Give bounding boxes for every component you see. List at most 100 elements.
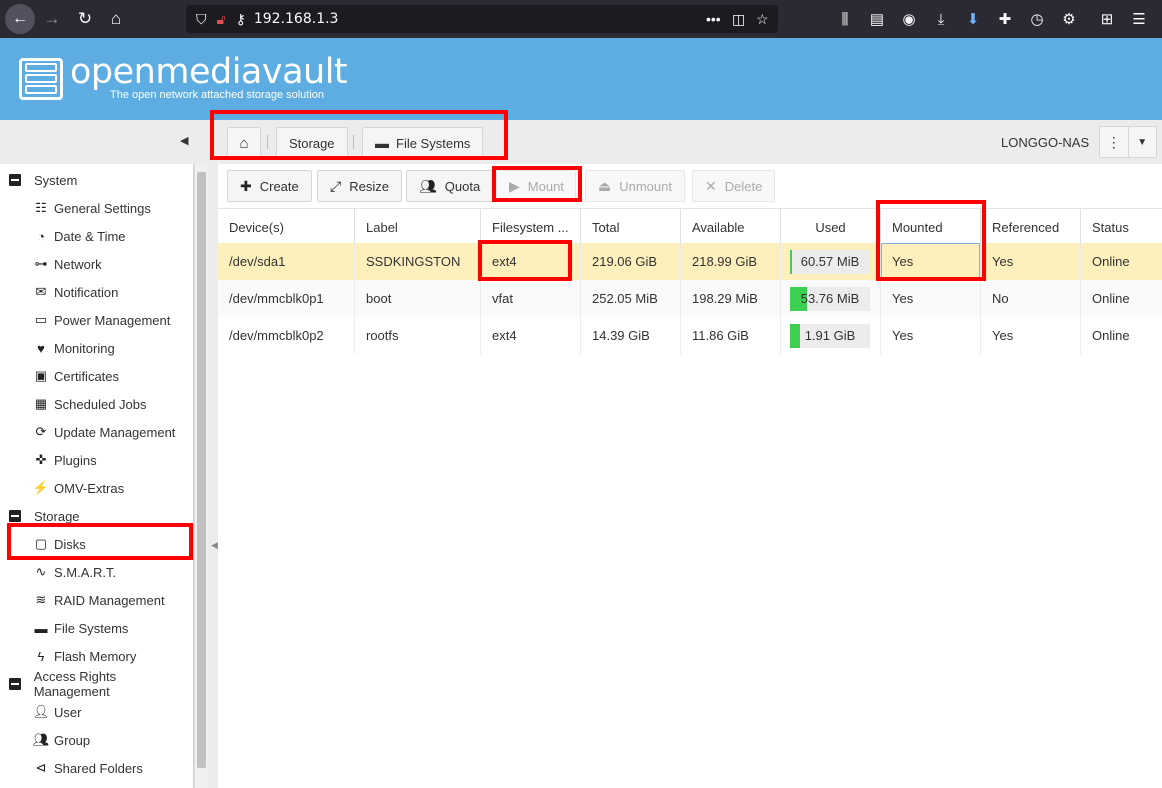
collapse-toggle-icon[interactable] (9, 678, 21, 690)
usage-bar-text: 53.76 MiB (800, 291, 860, 306)
column-header-device[interactable]: Device(s) (218, 209, 355, 245)
settings-gear-icon[interactable]: ⚙ (1054, 4, 1084, 34)
folder-icon: ▬ (34, 620, 48, 636)
sidebar-item-monitoring[interactable]: ♥ Monitoring (32, 334, 115, 362)
panel-splitter[interactable] (208, 164, 218, 788)
highlight-disks-item (7, 523, 193, 560)
cell-total: 252.05 MiB (581, 280, 681, 317)
usage-bar: 60.57 MiB (790, 250, 870, 274)
sidebar-item-update-management[interactable]: ⟳ Update Management (32, 418, 176, 446)
back-button[interactable]: ← (5, 4, 35, 34)
cell-total: 14.39 GiB (581, 317, 681, 354)
download-icon[interactable]: ⤓ (926, 4, 956, 34)
sidebar-item-omv-extras[interactable]: ⚡ OMV-Extras (32, 474, 124, 502)
user-icon: 👤︎ (32, 704, 50, 719)
network-icon: ⊶ (34, 256, 48, 271)
navigation-sidebar: System ☷ General Settings ◔ Date & Time ⊶ N… (0, 164, 194, 788)
sidebar-icon[interactable]: ▤ (862, 4, 892, 34)
table-row[interactable]: /dev/mmcblk0p2 rootfs ext4 14.39 GiB 11.… (218, 317, 1162, 354)
flash-icon: ϟ (37, 648, 45, 664)
collapse-sidebar-icon[interactable]: ◀ (180, 134, 188, 147)
gift-icon[interactable]: ⊞ (1092, 4, 1122, 34)
highlight-filesystem-cell (478, 240, 572, 281)
forward-button[interactable]: → (37, 4, 67, 34)
cell-device: /dev/mmcblk0p1 (218, 280, 355, 317)
sidebar-item-plugins[interactable]: ✜ Plugins (32, 446, 97, 474)
home-icon[interactable]: ⌂ (101, 4, 131, 34)
url-bar[interactable]: ⛉ 🔓︎ ⚷ 192.168.1.3 ••• ◫ ☆ (186, 5, 778, 33)
sidebar-item-power-management[interactable]: ▭ Power Management (32, 306, 171, 334)
sidebar-item-flash-memory[interactable]: ϟ Flash Memory (32, 642, 137, 670)
column-header-used[interactable]: Used (781, 209, 881, 245)
mail-icon: ✉ (35, 284, 47, 299)
sidebar-group-access-rights[interactable]: Access Rights Management (0, 669, 193, 699)
brand-tagline: The open network attached storage soluti… (110, 89, 325, 101)
cell-used: 1.91 GiB (781, 317, 881, 354)
user-menu[interactable]: ⋮ ▼ (1099, 126, 1157, 158)
highlight-mounted-column (876, 200, 986, 281)
column-header-referenced[interactable]: Referenced (981, 209, 1081, 245)
unmount-button[interactable]: ⏏ Unmount (585, 170, 685, 202)
column-header-label[interactable]: Label (355, 209, 481, 245)
chevron-down-icon[interactable]: ▼ (1127, 127, 1157, 157)
sidebar-scrollbar[interactable] (194, 164, 208, 788)
menu-icon[interactable]: ☰ (1124, 4, 1154, 34)
cell-filesystem: ext4 (481, 317, 581, 354)
create-button[interactable]: ✚ Create (227, 170, 312, 202)
sidebar-item-certificates[interactable]: ▣ Certificates (32, 362, 119, 390)
bookmark-star-icon[interactable]: ☆ (756, 11, 769, 28)
splitter-collapse-icon[interactable]: ◀ (211, 540, 218, 551)
library-icon[interactable]: ⫼ (830, 4, 860, 34)
extension-download-icon[interactable]: ⬇ (958, 4, 988, 34)
kebab-menu-icon[interactable]: ⋮ (1100, 127, 1128, 157)
more-icon[interactable]: ••• (706, 11, 721, 27)
history-icon[interactable]: ◷ (1022, 4, 1052, 34)
cell-used: 60.57 MiB (781, 243, 881, 280)
cell-referenced: Yes (981, 243, 1081, 280)
column-header-available[interactable]: Available (681, 209, 781, 245)
close-icon: ✕ (705, 177, 717, 194)
grid-header: Device(s) Label Filesystem ... Total Ava… (218, 208, 1162, 245)
sidebar-item-raid-management[interactable]: ≋ RAID Management (32, 586, 165, 614)
resize-button[interactable]: ⤢ Resize (317, 170, 402, 202)
reload-button[interactable]: ↻ (70, 4, 100, 34)
cell-mounted: Yes (881, 317, 981, 354)
sidebar-group-system[interactable]: System (0, 166, 77, 194)
sidebar-item-general-settings[interactable]: ☷ General Settings (32, 194, 151, 222)
cell-label: rootfs (355, 317, 481, 354)
sidebar-item-user[interactable]: 👤︎ User (32, 698, 82, 726)
cell-status: Online (1092, 254, 1130, 269)
sidebar-item-network[interactable]: ⊶ Network (32, 250, 102, 278)
sidebar-item-scheduled-jobs[interactable]: ▦ Scheduled Jobs (32, 390, 147, 418)
extensions-icon[interactable]: ✚ (990, 4, 1020, 34)
table-row[interactable]: /dev/sda1 SSDKINGSTON ext4 219.06 GiB 21… (218, 243, 1162, 280)
highlight-breadcrumb (210, 110, 508, 160)
cell-label: SSDKINGSTON (355, 243, 481, 280)
highlight-mount-button (492, 166, 582, 202)
pocket-icon[interactable]: ◫ (732, 11, 745, 28)
usage-bar: 1.91 GiB (790, 324, 870, 348)
collapse-toggle-icon[interactable] (9, 174, 21, 186)
sidebar-item-notification[interactable]: ✉ Notification (32, 278, 119, 306)
sidebar-item-date-time[interactable]: ◔ Date & Time (32, 222, 125, 250)
url-text: 192.168.1.3 (253, 11, 339, 27)
column-header-status[interactable]: Status (1081, 209, 1162, 245)
sidebar-item-smart[interactable]: ∿ S.M.A.R.T. (32, 558, 117, 586)
eject-icon: ⏏ (598, 177, 612, 194)
cell-device: /dev/mmcblk0p2 (218, 317, 355, 354)
logo-icon (19, 58, 63, 100)
usage-bar: 53.76 MiB (790, 287, 870, 311)
account-icon[interactable]: ◉ (894, 4, 924, 34)
clock-icon: ◔ (37, 228, 45, 244)
sidebar-item-group[interactable]: 👥︎ Group (32, 726, 90, 754)
sidebar-item-file-systems[interactable]: ▬ File Systems (32, 614, 129, 642)
scrollbar-thumb[interactable] (197, 172, 206, 768)
column-header-total[interactable]: Total (581, 209, 681, 245)
sidebar-item-shared-folders[interactable]: ⊲ Shared Folders (32, 754, 143, 782)
quota-button[interactable]: 👥︎ Quota (406, 170, 494, 202)
table-row[interactable]: /dev/mmcblk0p1 boot vfat 252.05 MiB 198.… (218, 280, 1162, 317)
cell-referenced: No (981, 280, 1081, 317)
delete-button[interactable]: ✕ Delete (692, 170, 776, 202)
refresh-icon: ⟳ (35, 424, 47, 439)
collapse-toggle-icon[interactable] (9, 510, 21, 522)
